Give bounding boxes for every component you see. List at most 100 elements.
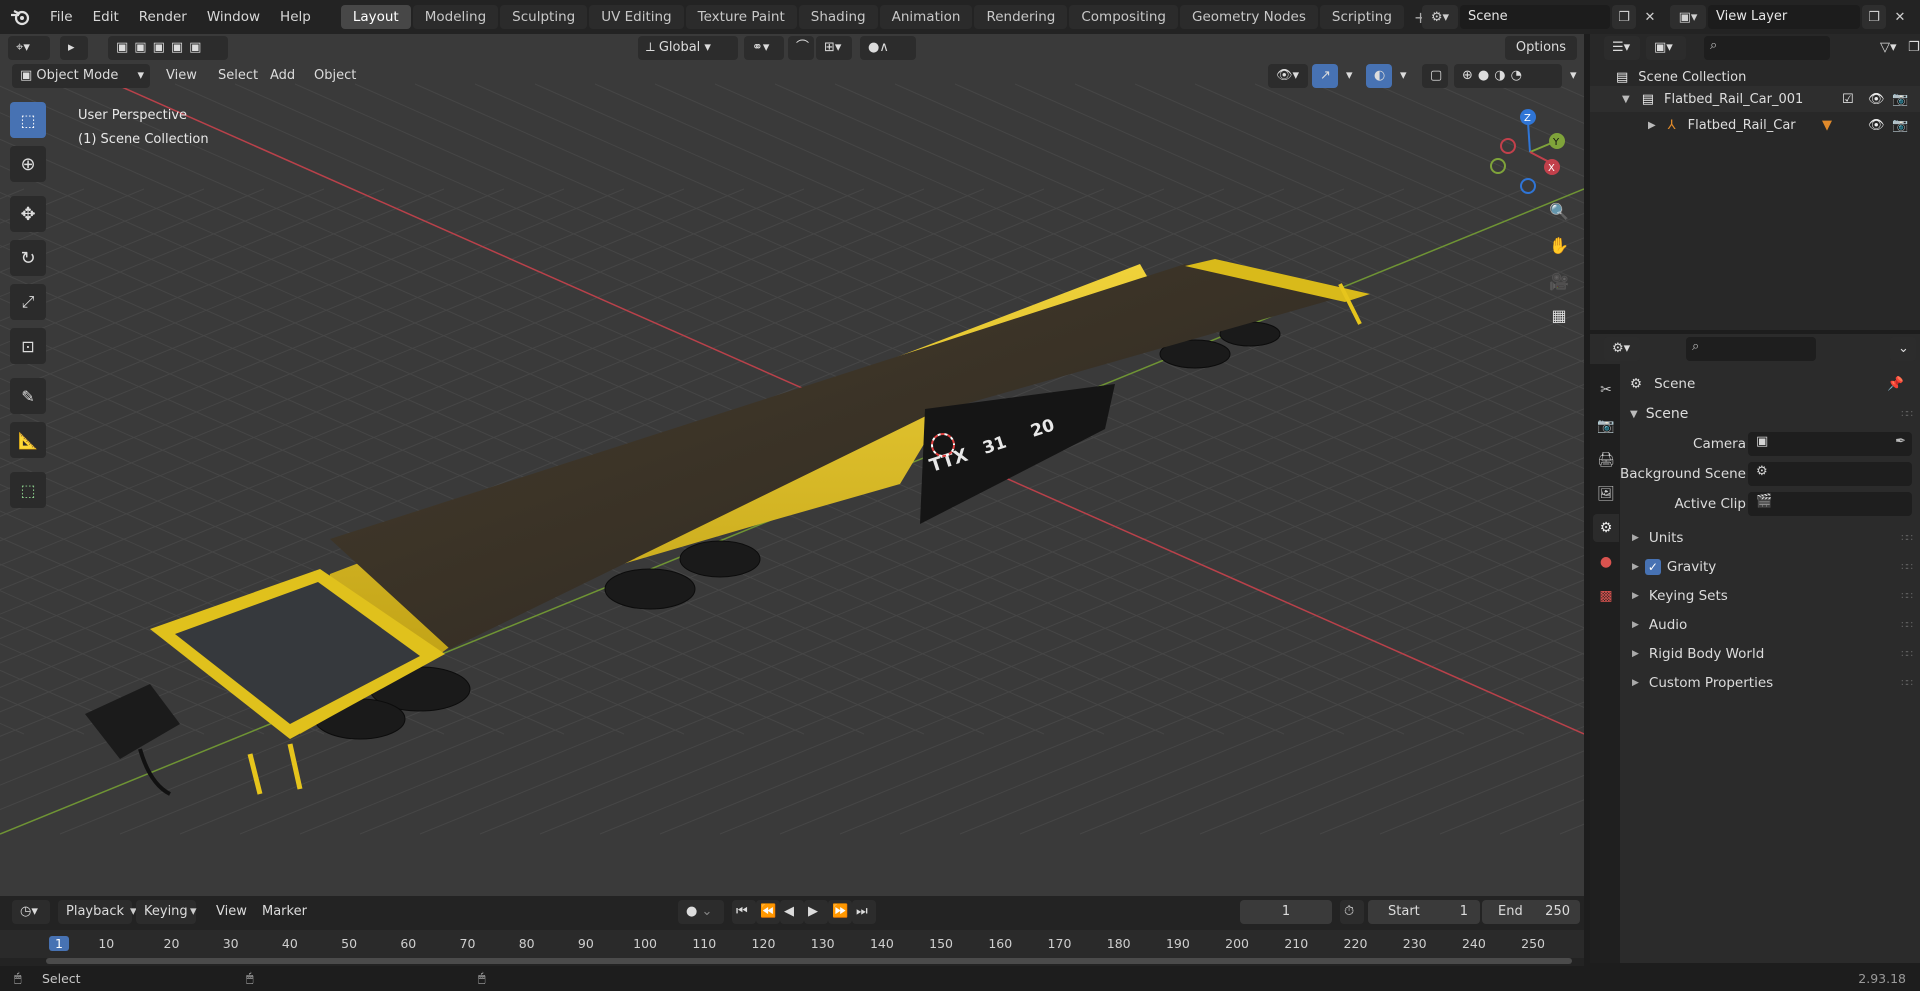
- workspace-tab-rendering[interactable]: Rendering: [974, 5, 1068, 29]
- options-button[interactable]: Options: [1505, 36, 1577, 60]
- new-collection-icon[interactable]: ❐: [1900, 36, 1920, 60]
- measure-tool[interactable]: 📐: [10, 422, 46, 458]
- timeline-menu-marker[interactable]: Marker: [256, 900, 313, 924]
- rigid-body-world-section[interactable]: ▶ Rigid Body World ∷∷: [1620, 640, 1920, 668]
- workspace-tab-sculpting[interactable]: Sculpting: [500, 5, 588, 29]
- workspace-tab-geometry-nodes[interactable]: Geometry Nodes: [1180, 5, 1318, 29]
- menu-render[interactable]: Render: [129, 0, 197, 34]
- workspace-tab-animation[interactable]: Animation: [879, 5, 973, 29]
- editor-type-button[interactable]: ⌖▾: [8, 36, 50, 60]
- outliner-search-input[interactable]: ⌕: [1704, 36, 1830, 60]
- drag-handle-icon[interactable]: ∷∷: [1901, 562, 1913, 573]
- display-mode-dropdown[interactable]: ▣▾: [1646, 36, 1686, 60]
- keying-sets-section[interactable]: ▶ Keying Sets ∷∷: [1620, 582, 1920, 610]
- rotate-tool[interactable]: ↻: [10, 240, 46, 276]
- include-checkbox[interactable]: ☑: [1842, 92, 1854, 107]
- select-box-tool-icon[interactable]: ▸: [60, 36, 88, 60]
- snap-target-dropdown[interactable]: ⊞▾: [816, 36, 852, 60]
- gravity-section[interactable]: ▶ ✓ Gravity ∷∷: [1620, 553, 1920, 581]
- outliner-editor-type[interactable]: ☰▾: [1604, 36, 1640, 60]
- menu-help[interactable]: Help: [270, 0, 321, 34]
- delete-scene-icon[interactable]: ✕: [1638, 5, 1662, 29]
- start-frame-field[interactable]: Start 1: [1368, 900, 1480, 924]
- view-layer-field[interactable]: View Layer: [1708, 5, 1860, 29]
- pivot-point-dropdown[interactable]: ⚭▾: [744, 36, 784, 60]
- add-cube-tool[interactable]: ⬚: [10, 472, 46, 508]
- xray-toggle-icon[interactable]: ▢: [1422, 64, 1448, 88]
- shading-dropdown[interactable]: ▾: [1562, 64, 1582, 88]
- snap-icon[interactable]: ⌒: [788, 36, 814, 60]
- pin-icon[interactable]: 📌: [1887, 376, 1904, 392]
- viewport-menu-view[interactable]: View: [160, 64, 203, 88]
- view-layer-selector-icon[interactable]: ▣▾: [1670, 5, 1706, 29]
- world-tab-icon[interactable]: ●: [1593, 548, 1619, 576]
- zoom-view-icon[interactable]: 🔍: [1544, 196, 1574, 226]
- mode-dropdown[interactable]: ▣ Object Mode ▾: [12, 64, 150, 88]
- camera-field[interactable]: ▣ ✒: [1748, 432, 1912, 456]
- viewport-menu-object[interactable]: Object: [308, 64, 362, 88]
- active-clip-field[interactable]: 🎬: [1748, 492, 1912, 516]
- annotate-tool[interactable]: ✎: [10, 378, 46, 414]
- current-frame-field[interactable]: 1: [1240, 900, 1332, 924]
- overlays-toggle-icon[interactable]: ◐: [1366, 64, 1392, 88]
- drag-handle-icon[interactable]: ∷∷: [1901, 678, 1913, 689]
- tool-tab-icon[interactable]: ✂: [1593, 376, 1619, 404]
- custom-properties-section[interactable]: ▶ Custom Properties ∷∷: [1620, 669, 1920, 697]
- end-frame-field[interactable]: End 250: [1482, 900, 1580, 924]
- gizmo-toggle-icon[interactable]: ↗: [1312, 64, 1338, 88]
- texture-tab-icon[interactable]: ▩: [1593, 582, 1619, 610]
- render-camera-icon[interactable]: 📷: [1892, 92, 1908, 107]
- pan-view-icon[interactable]: ✋: [1544, 230, 1574, 260]
- 3d-viewport[interactable]: TTX 31 20 ⌖▾ ▸ ▣▣▣▣▣ ⟂ Global ▾ ⚭▾ ⌒ ⊞▾ …: [0, 34, 1584, 896]
- new-scene-icon[interactable]: ❐: [1612, 5, 1636, 29]
- render-camera-icon[interactable]: 📷: [1892, 118, 1908, 133]
- drag-handle-icon[interactable]: ∷∷: [1901, 620, 1913, 631]
- jump-to-start-icon[interactable]: ⏮: [732, 900, 756, 924]
- view-layer-tab-icon[interactable]: 🖼: [1593, 480, 1619, 508]
- expand-chevron-icon[interactable]: ▼: [1622, 94, 1630, 105]
- selection-mode-icons[interactable]: ▣▣▣▣▣: [108, 36, 228, 60]
- timeline-menu-view[interactable]: View: [210, 900, 253, 924]
- move-tool[interactable]: ✥: [10, 196, 46, 232]
- drag-handle-icon[interactable]: ∷∷: [1901, 591, 1913, 602]
- properties-editor-type[interactable]: ⚙▾: [1604, 337, 1640, 361]
- jump-keyframe-forward-icon[interactable]: ⏩: [828, 900, 852, 924]
- workspace-tab-uv-editing[interactable]: UV Editing: [589, 5, 684, 29]
- workspace-tab-shading[interactable]: Shading: [798, 5, 878, 29]
- ortho-toggle-icon[interactable]: ▦: [1544, 300, 1574, 330]
- menu-edit[interactable]: Edit: [83, 0, 129, 34]
- timeline-scrollbar[interactable]: [46, 958, 1572, 964]
- overlays-dropdown[interactable]: ▾: [1392, 64, 1412, 88]
- eyedropper-icon[interactable]: ✒: [1895, 434, 1906, 449]
- delete-view-layer-icon[interactable]: ✕: [1888, 5, 1912, 29]
- transform-tool[interactable]: ⊡: [10, 328, 46, 364]
- scene-selector-icon[interactable]: ⚙▾: [1422, 5, 1458, 29]
- jump-to-end-icon[interactable]: ⏭: [852, 900, 876, 924]
- drag-handle-icon[interactable]: ∷∷: [1901, 649, 1913, 660]
- outliner-row-flatbed-001[interactable]: ▼ ▤ Flatbed_Rail_Car_001 ☑ 👁 📷: [1590, 86, 1920, 112]
- render-tab-icon[interactable]: 📷: [1593, 412, 1619, 440]
- viewport-menu-select[interactable]: Select: [212, 64, 264, 88]
- camera-view-icon[interactable]: 🎥: [1544, 266, 1574, 296]
- proportional-editing-icon[interactable]: ●∧: [860, 36, 916, 60]
- cursor-tool[interactable]: ⊕: [10, 146, 46, 182]
- background-scene-field[interactable]: ⚙: [1748, 462, 1912, 486]
- menu-window[interactable]: Window: [197, 0, 270, 34]
- properties-options-dropdown[interactable]: ⌄: [1890, 337, 1916, 361]
- timeline-menu-keying[interactable]: Keying: [136, 900, 196, 924]
- navigation-gizmo[interactable]: Z Y X: [1480, 102, 1580, 202]
- workspace-tab-compositing[interactable]: Compositing: [1069, 5, 1178, 29]
- audio-section[interactable]: ▶ Audio ∷∷: [1620, 611, 1920, 639]
- units-section[interactable]: ▶ Units ∷∷: [1620, 524, 1920, 552]
- scale-tool[interactable]: ⤢: [10, 284, 46, 320]
- transform-orientation-dropdown[interactable]: ⟂ Global ▾: [638, 36, 738, 60]
- workspace-tab-texture-paint[interactable]: Texture Paint: [685, 5, 797, 29]
- viewport-menu-add[interactable]: Add: [264, 64, 301, 88]
- workspace-tab-layout[interactable]: Layout: [340, 5, 411, 29]
- timeline-menu-playback[interactable]: Playback: [58, 900, 133, 924]
- menu-file[interactable]: File: [40, 0, 83, 34]
- expand-chevron-icon[interactable]: ▶: [1648, 120, 1656, 131]
- output-tab-icon[interactable]: 🖨: [1593, 446, 1619, 474]
- scene-panel-header[interactable]: ▼ Scene ∷∷: [1620, 400, 1920, 428]
- drag-handle-icon[interactable]: ∷∷: [1901, 409, 1913, 420]
